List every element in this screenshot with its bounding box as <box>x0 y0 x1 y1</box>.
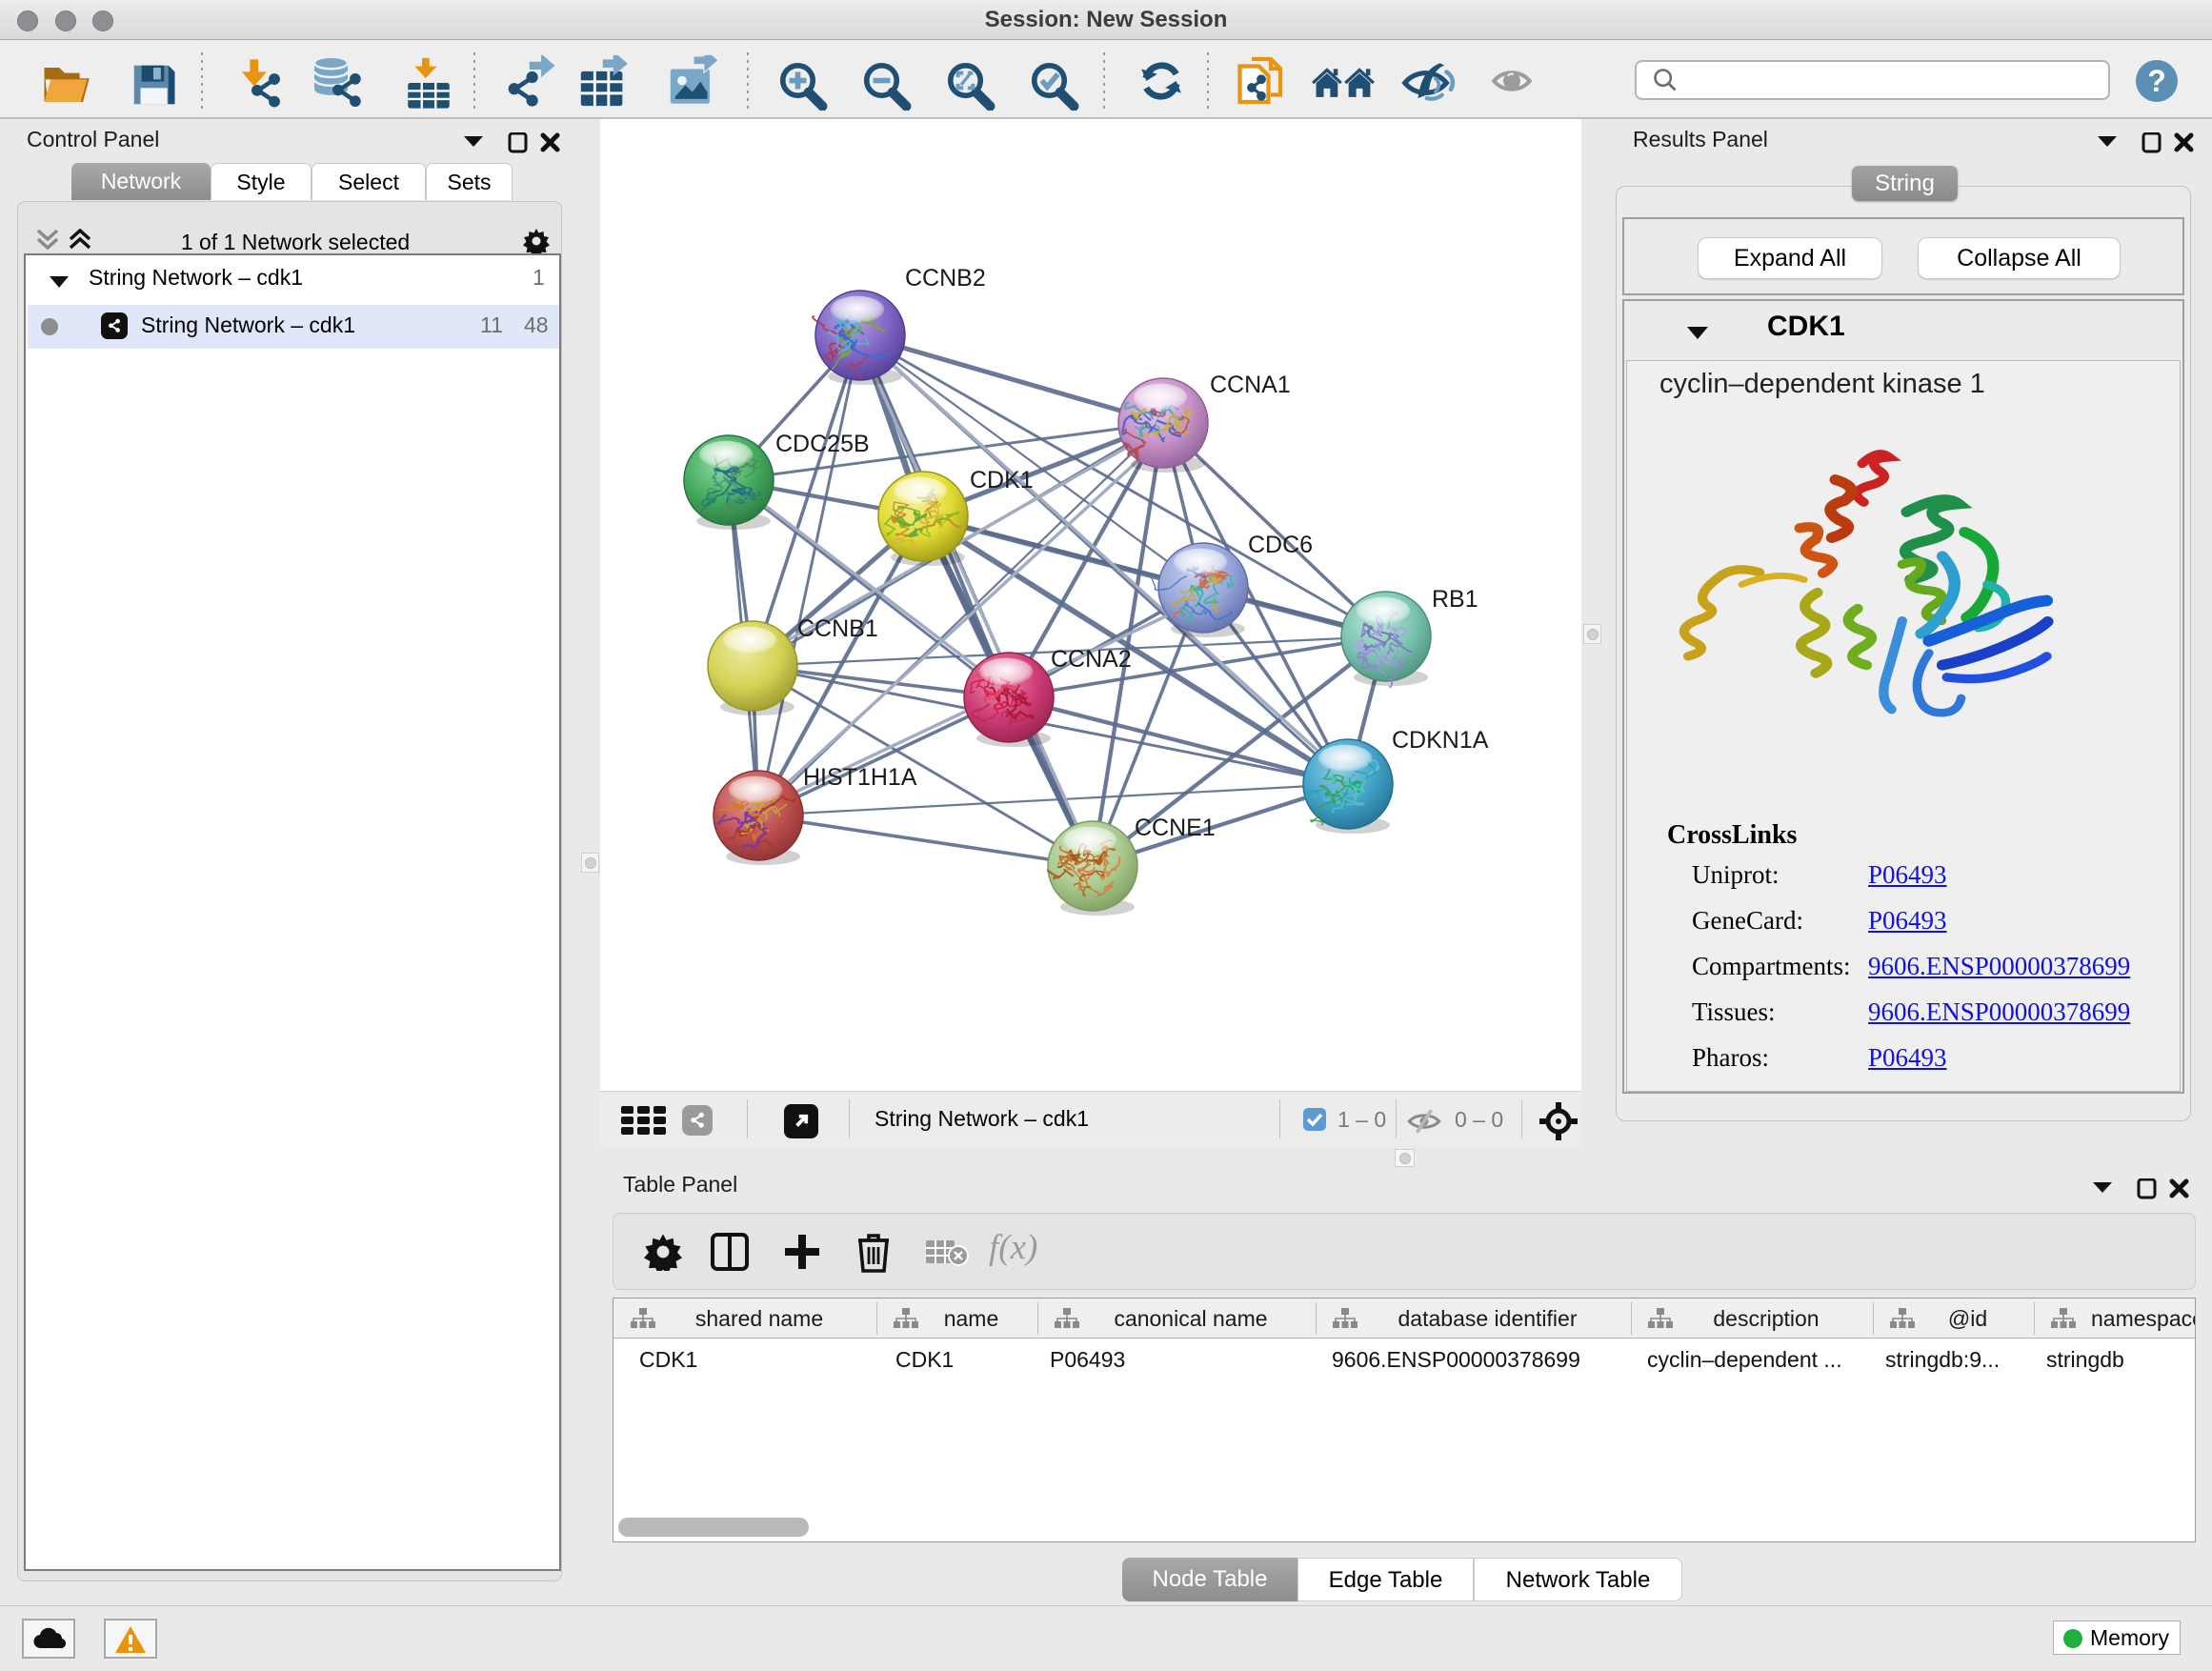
svg-text:HIST1H1A: HIST1H1A <box>803 764 917 791</box>
svg-text:CDC25B: CDC25B <box>775 431 870 457</box>
svg-text:CCNB1: CCNB1 <box>797 615 878 642</box>
svg-text:CDC6: CDC6 <box>1248 532 1313 558</box>
svg-text:CCNB2: CCNB2 <box>905 265 986 292</box>
svg-text:CDK1: CDK1 <box>970 467 1034 493</box>
svg-text:CCNE1: CCNE1 <box>1135 815 1216 841</box>
svg-text:CDKN1A: CDKN1A <box>1392 727 1489 754</box>
svg-text:CCNA2: CCNA2 <box>1051 646 1132 673</box>
svg-text:RB1: RB1 <box>1432 586 1478 613</box>
svg-text:CCNA1: CCNA1 <box>1210 372 1291 398</box>
